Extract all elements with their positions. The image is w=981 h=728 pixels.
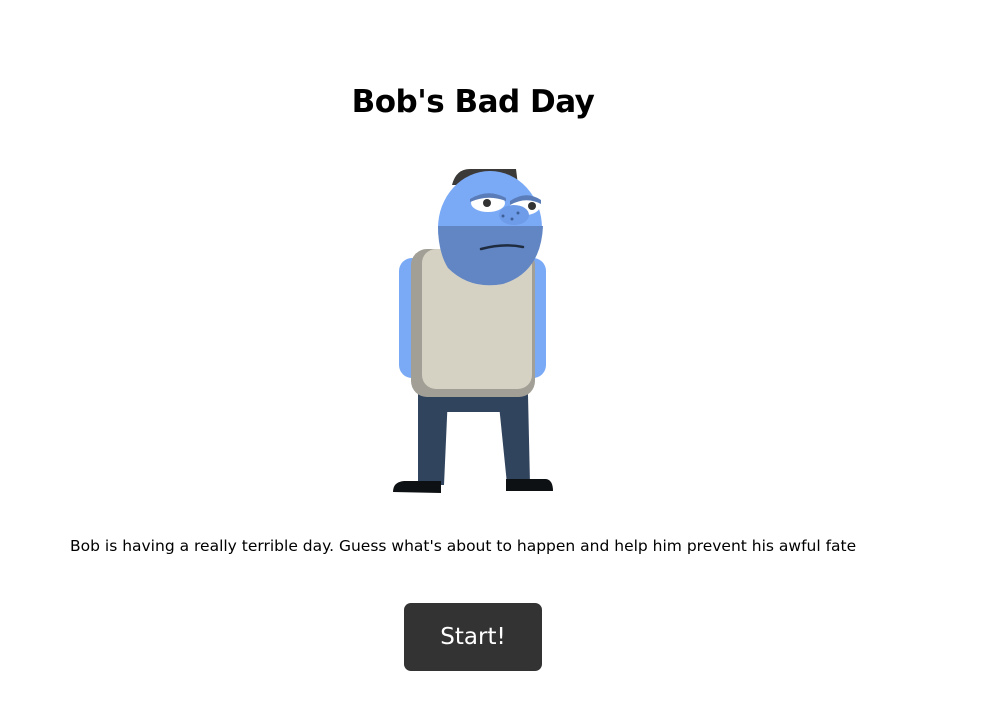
start-button[interactable]: Start! [404,603,542,671]
bob-head [438,169,543,286]
bob-character-illustration [393,169,553,493]
bob-pants [418,394,530,485]
bob-shoes [393,479,553,493]
game-description: Bob is having a really terrible day. Gue… [70,537,857,555]
game-title: Bob's Bad Day [351,84,595,120]
